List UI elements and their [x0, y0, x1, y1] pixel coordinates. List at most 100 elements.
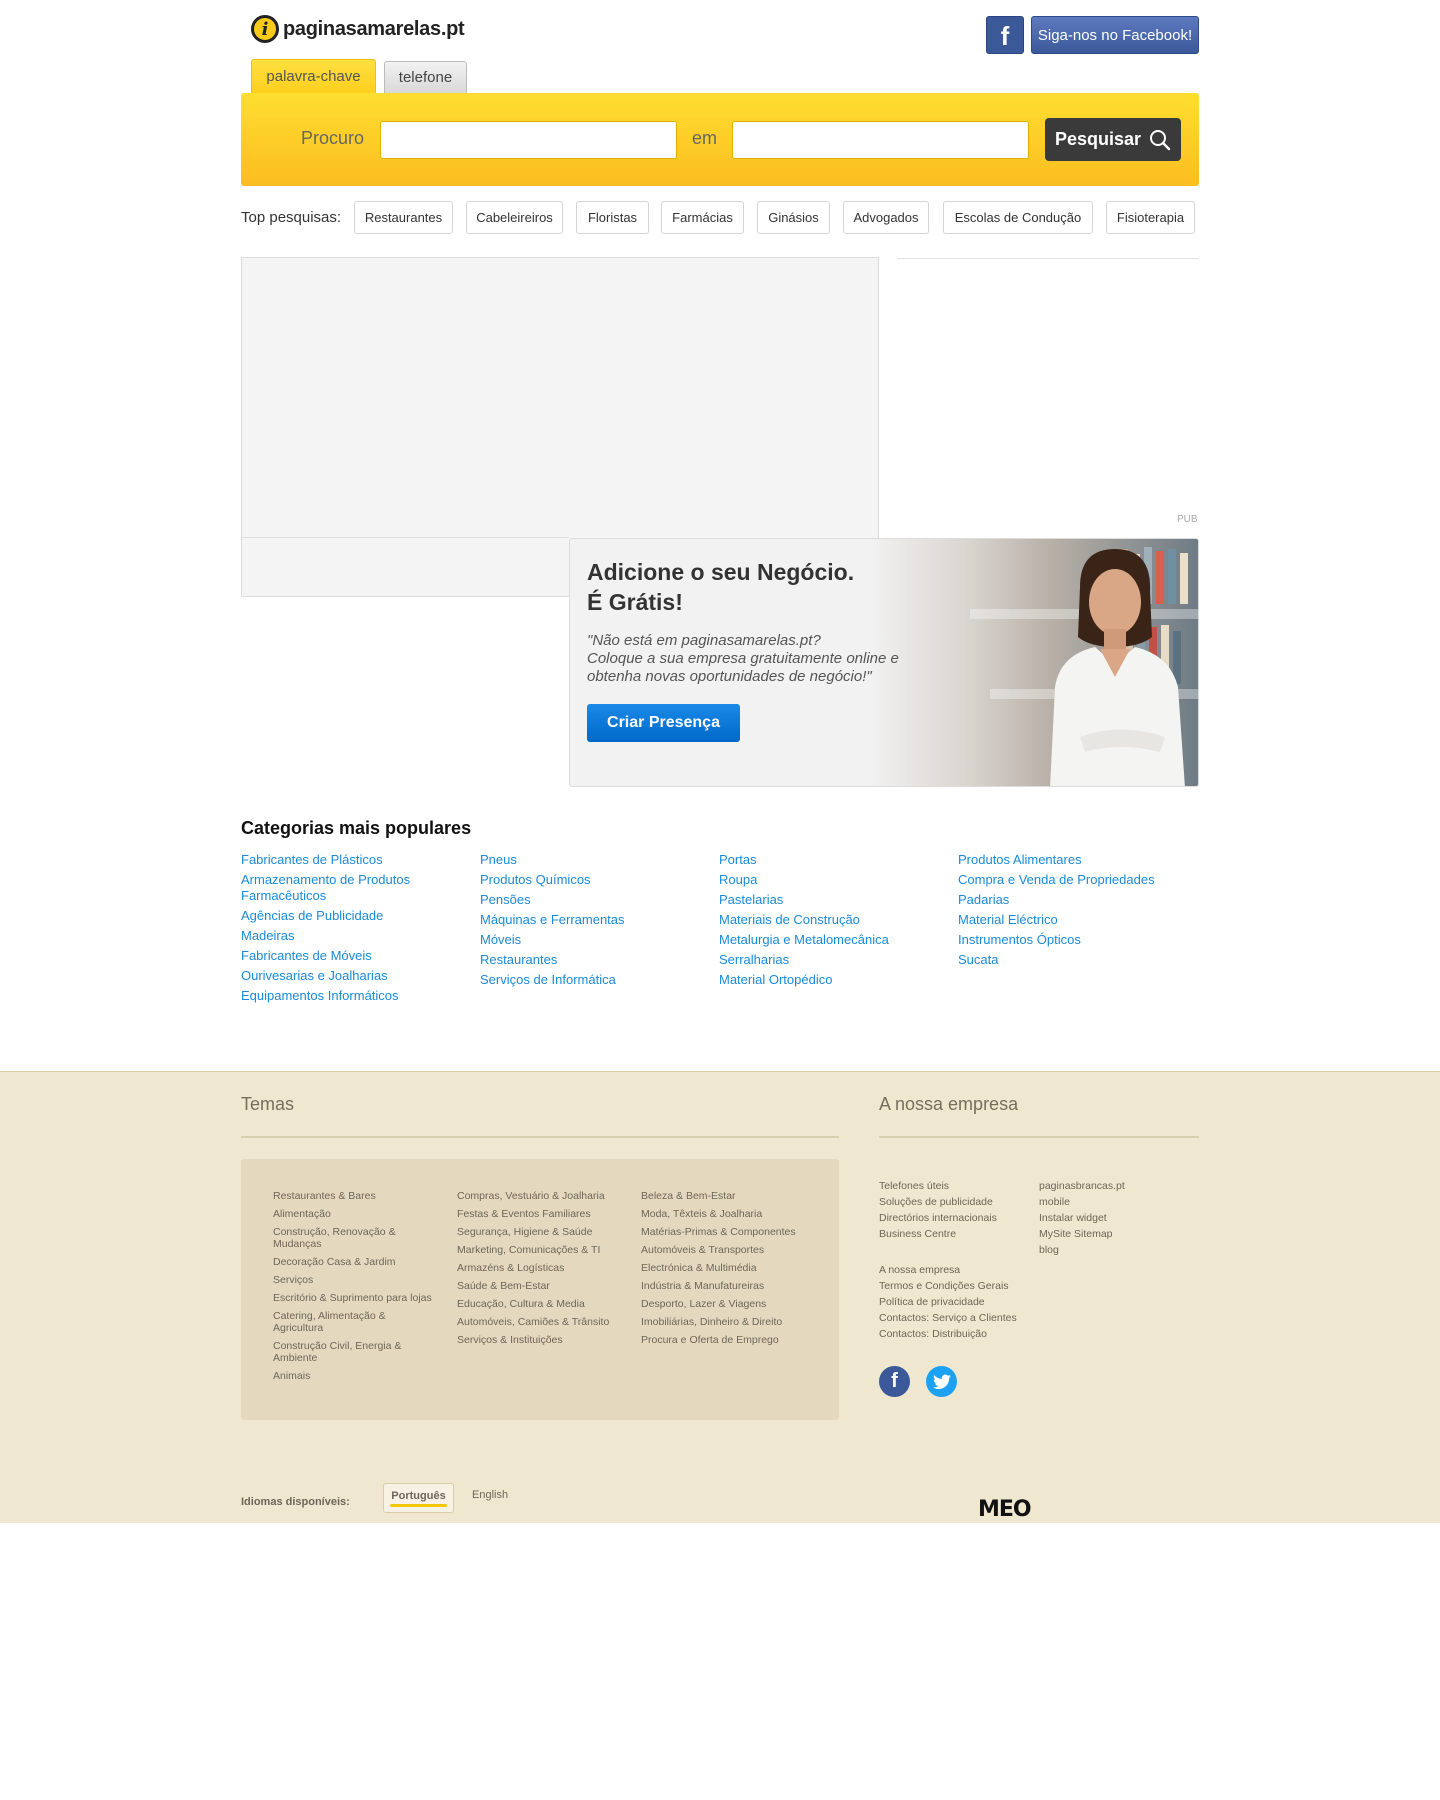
tema-link[interactable]: Serviços & Instituições — [457, 1334, 632, 1346]
category-link[interactable]: Máquinas e Ferramentas — [480, 912, 705, 928]
tema-link[interactable]: Serviços — [273, 1274, 448, 1286]
tema-link[interactable]: Festas & Eventos Familiares — [457, 1208, 632, 1220]
category-link[interactable]: Pastelarias — [719, 892, 944, 908]
tab-telefone[interactable]: telefone — [384, 61, 467, 93]
search-button[interactable]: Pesquisar — [1045, 118, 1181, 161]
tema-link[interactable]: Marketing, Comunicações & TI — [457, 1244, 632, 1256]
empresa-link[interactable]: Contactos: Serviço a Clientes — [879, 1312, 1039, 1324]
category-column: Fabricantes de Plásticos Armazenamento d… — [241, 852, 466, 1008]
tema-link[interactable]: Beleza & Bem-Estar — [641, 1190, 816, 1202]
where-search-input[interactable] — [732, 121, 1029, 159]
facebook-icon[interactable]: f — [986, 16, 1024, 54]
category-link[interactable]: Equipamentos Informáticos — [241, 988, 466, 1004]
tema-link[interactable]: Electrónica & Multimédia — [641, 1262, 816, 1274]
empresa-column-3: A nossa empresa Termos e Condições Gerai… — [879, 1264, 1039, 1344]
category-link[interactable]: Instrumentos Ópticos — [958, 932, 1183, 948]
tema-link[interactable]: Animais — [273, 1370, 448, 1382]
empresa-link[interactable]: MySite Sitemap — [1039, 1228, 1199, 1240]
site-logo[interactable]: i paginasamarelas.pt — [251, 14, 465, 44]
site-footer: Temas A nossa empresa Restaurantes & Bar… — [0, 1071, 1440, 1523]
category-link[interactable]: Roupa — [719, 872, 944, 888]
tema-link[interactable]: Procura e Oferta de Emprego — [641, 1334, 816, 1346]
category-link[interactable]: Material Eléctrico — [958, 912, 1183, 928]
empresa-link[interactable]: A nossa empresa — [879, 1264, 1039, 1276]
tema-link[interactable]: Compras, Vestuário & Joalharia — [457, 1190, 632, 1202]
tema-link[interactable]: Armazéns & Logísticas — [457, 1262, 632, 1274]
meo-logo[interactable]: MEO — [978, 1497, 1032, 1522]
top-search-chip[interactable]: Floristas — [576, 201, 649, 234]
category-link[interactable]: Agências de Publicidade — [241, 908, 466, 924]
tema-link[interactable]: Segurança, Higiene & Saúde — [457, 1226, 632, 1238]
tema-link[interactable]: Automóveis, Camiões & Trânsito — [457, 1316, 632, 1328]
create-presence-button[interactable]: Criar Presença — [587, 704, 740, 742]
top-search-chip[interactable]: Cabeleireiros — [466, 201, 563, 234]
tema-link[interactable]: Restaurantes & Bares — [273, 1190, 448, 1202]
category-link[interactable]: Serviços de Informática — [480, 972, 705, 988]
top-search-chip[interactable]: Escolas de Condução — [943, 201, 1093, 234]
top-search-chip[interactable]: Farmácias — [661, 201, 744, 234]
empresa-link[interactable]: blog — [1039, 1244, 1199, 1256]
category-link[interactable]: Pensões — [480, 892, 705, 908]
empresa-link[interactable]: Instalar widget — [1039, 1212, 1199, 1224]
category-link[interactable]: Restaurantes — [480, 952, 705, 968]
category-link[interactable]: Produtos Alimentares — [958, 852, 1183, 868]
category-link[interactable]: Portas — [719, 852, 944, 868]
facebook-follow-button[interactable]: Siga-nos no Facebook! — [1031, 16, 1199, 54]
category-link[interactable]: Serralharias — [719, 952, 944, 968]
empresa-link[interactable]: Telefones úteis — [879, 1180, 1039, 1192]
empresa-link[interactable]: Soluções de publicidade — [879, 1196, 1039, 1208]
top-search-chip[interactable]: Fisioterapia — [1106, 201, 1195, 234]
top-search-chip[interactable]: Advogados — [843, 201, 929, 234]
empresa-link[interactable]: Política de privacidade — [879, 1296, 1039, 1308]
empresa-link[interactable]: Contactos: Distribuição — [879, 1328, 1039, 1340]
promo-title-line2: É Grátis! — [587, 589, 683, 615]
empresa-link[interactable]: mobile — [1039, 1196, 1199, 1208]
category-link[interactable]: Material Ortopédico — [719, 972, 944, 988]
category-link[interactable]: Fabricantes de Plásticos — [241, 852, 466, 868]
tema-link[interactable]: Construção Civil, Energia & Ambiente — [273, 1340, 413, 1364]
tema-link[interactable]: Alimentação — [273, 1208, 448, 1220]
tema-link[interactable]: Imobiliárias, Dinheiro & Direito — [641, 1316, 816, 1328]
temas-heading: Temas — [241, 1094, 295, 1114]
language-english[interactable]: English — [472, 1489, 508, 1501]
category-link[interactable]: Metalurgia e Metalomecânica — [719, 932, 944, 948]
tema-link[interactable]: Construção, Renovação & Mudanças — [273, 1226, 413, 1250]
category-link[interactable]: Ourivesarias e Joalharias — [241, 968, 466, 984]
facebook-icon[interactable]: f — [879, 1366, 910, 1397]
tema-link[interactable]: Catering, Alimentação & Agricultura — [273, 1310, 413, 1334]
twitter-icon[interactable] — [926, 1366, 957, 1397]
category-link[interactable]: Padarias — [958, 892, 1183, 908]
top-search-chip[interactable]: Restaurantes — [354, 201, 453, 234]
tema-link[interactable]: Matérias-Primas & Componentes — [641, 1226, 816, 1238]
tema-link[interactable]: Indústria & Manufatureiras — [641, 1280, 816, 1292]
empresa-link[interactable]: Business Centre — [879, 1228, 1039, 1240]
tema-link[interactable]: Saúde & Bem-Estar — [457, 1280, 632, 1292]
empresa-link[interactable]: paginasbrancas.pt — [1039, 1180, 1199, 1192]
popular-categories-title: Categorias mais populares — [241, 818, 472, 838]
category-column: Produtos Alimentares Compra e Venda de P… — [958, 852, 1183, 972]
tema-link[interactable]: Desporto, Lazer & Viagens — [641, 1298, 816, 1310]
category-link[interactable]: Produtos Químicos — [480, 872, 705, 888]
empresa-link[interactable]: Directórios internacionais — [879, 1212, 1039, 1224]
temas-column: Restaurantes & Bares Alimentação Constru… — [273, 1190, 448, 1388]
language-portuguese[interactable]: Português — [383, 1483, 454, 1513]
tema-link[interactable]: Decoração Casa & Jardim — [273, 1256, 448, 1268]
tab-palavra-chave[interactable]: palavra-chave — [251, 59, 376, 93]
empresa-link[interactable]: Termos e Condições Gerais — [879, 1280, 1039, 1292]
tema-link[interactable]: Moda, Têxteis & Joalharia — [641, 1208, 816, 1220]
tema-link[interactable]: Automóveis & Transportes — [641, 1244, 816, 1256]
category-link[interactable]: Sucata — [958, 952, 1183, 968]
category-link[interactable]: Madeiras — [241, 928, 466, 944]
top-search-chip[interactable]: Ginásios — [757, 201, 830, 234]
category-link[interactable]: Móveis — [480, 932, 705, 948]
category-link[interactable]: Pneus — [480, 852, 705, 868]
category-link[interactable]: Compra e Venda de Propriedades — [958, 872, 1183, 888]
category-link[interactable]: Armazenamento de Produtos Farmacêuticos — [241, 872, 466, 904]
tema-link[interactable]: Escritório & Suprimento para lojas — [273, 1292, 448, 1304]
what-search-input[interactable] — [380, 121, 677, 159]
tema-link[interactable]: Educação, Cultura & Media — [457, 1298, 632, 1310]
category-link[interactable]: Fabricantes de Móveis — [241, 948, 466, 964]
category-column: Portas Roupa Pastelarias Materiais de Co… — [719, 852, 944, 992]
empresa-heading: A nossa empresa — [879, 1094, 1019, 1114]
category-link[interactable]: Materiais de Construção — [719, 912, 944, 928]
